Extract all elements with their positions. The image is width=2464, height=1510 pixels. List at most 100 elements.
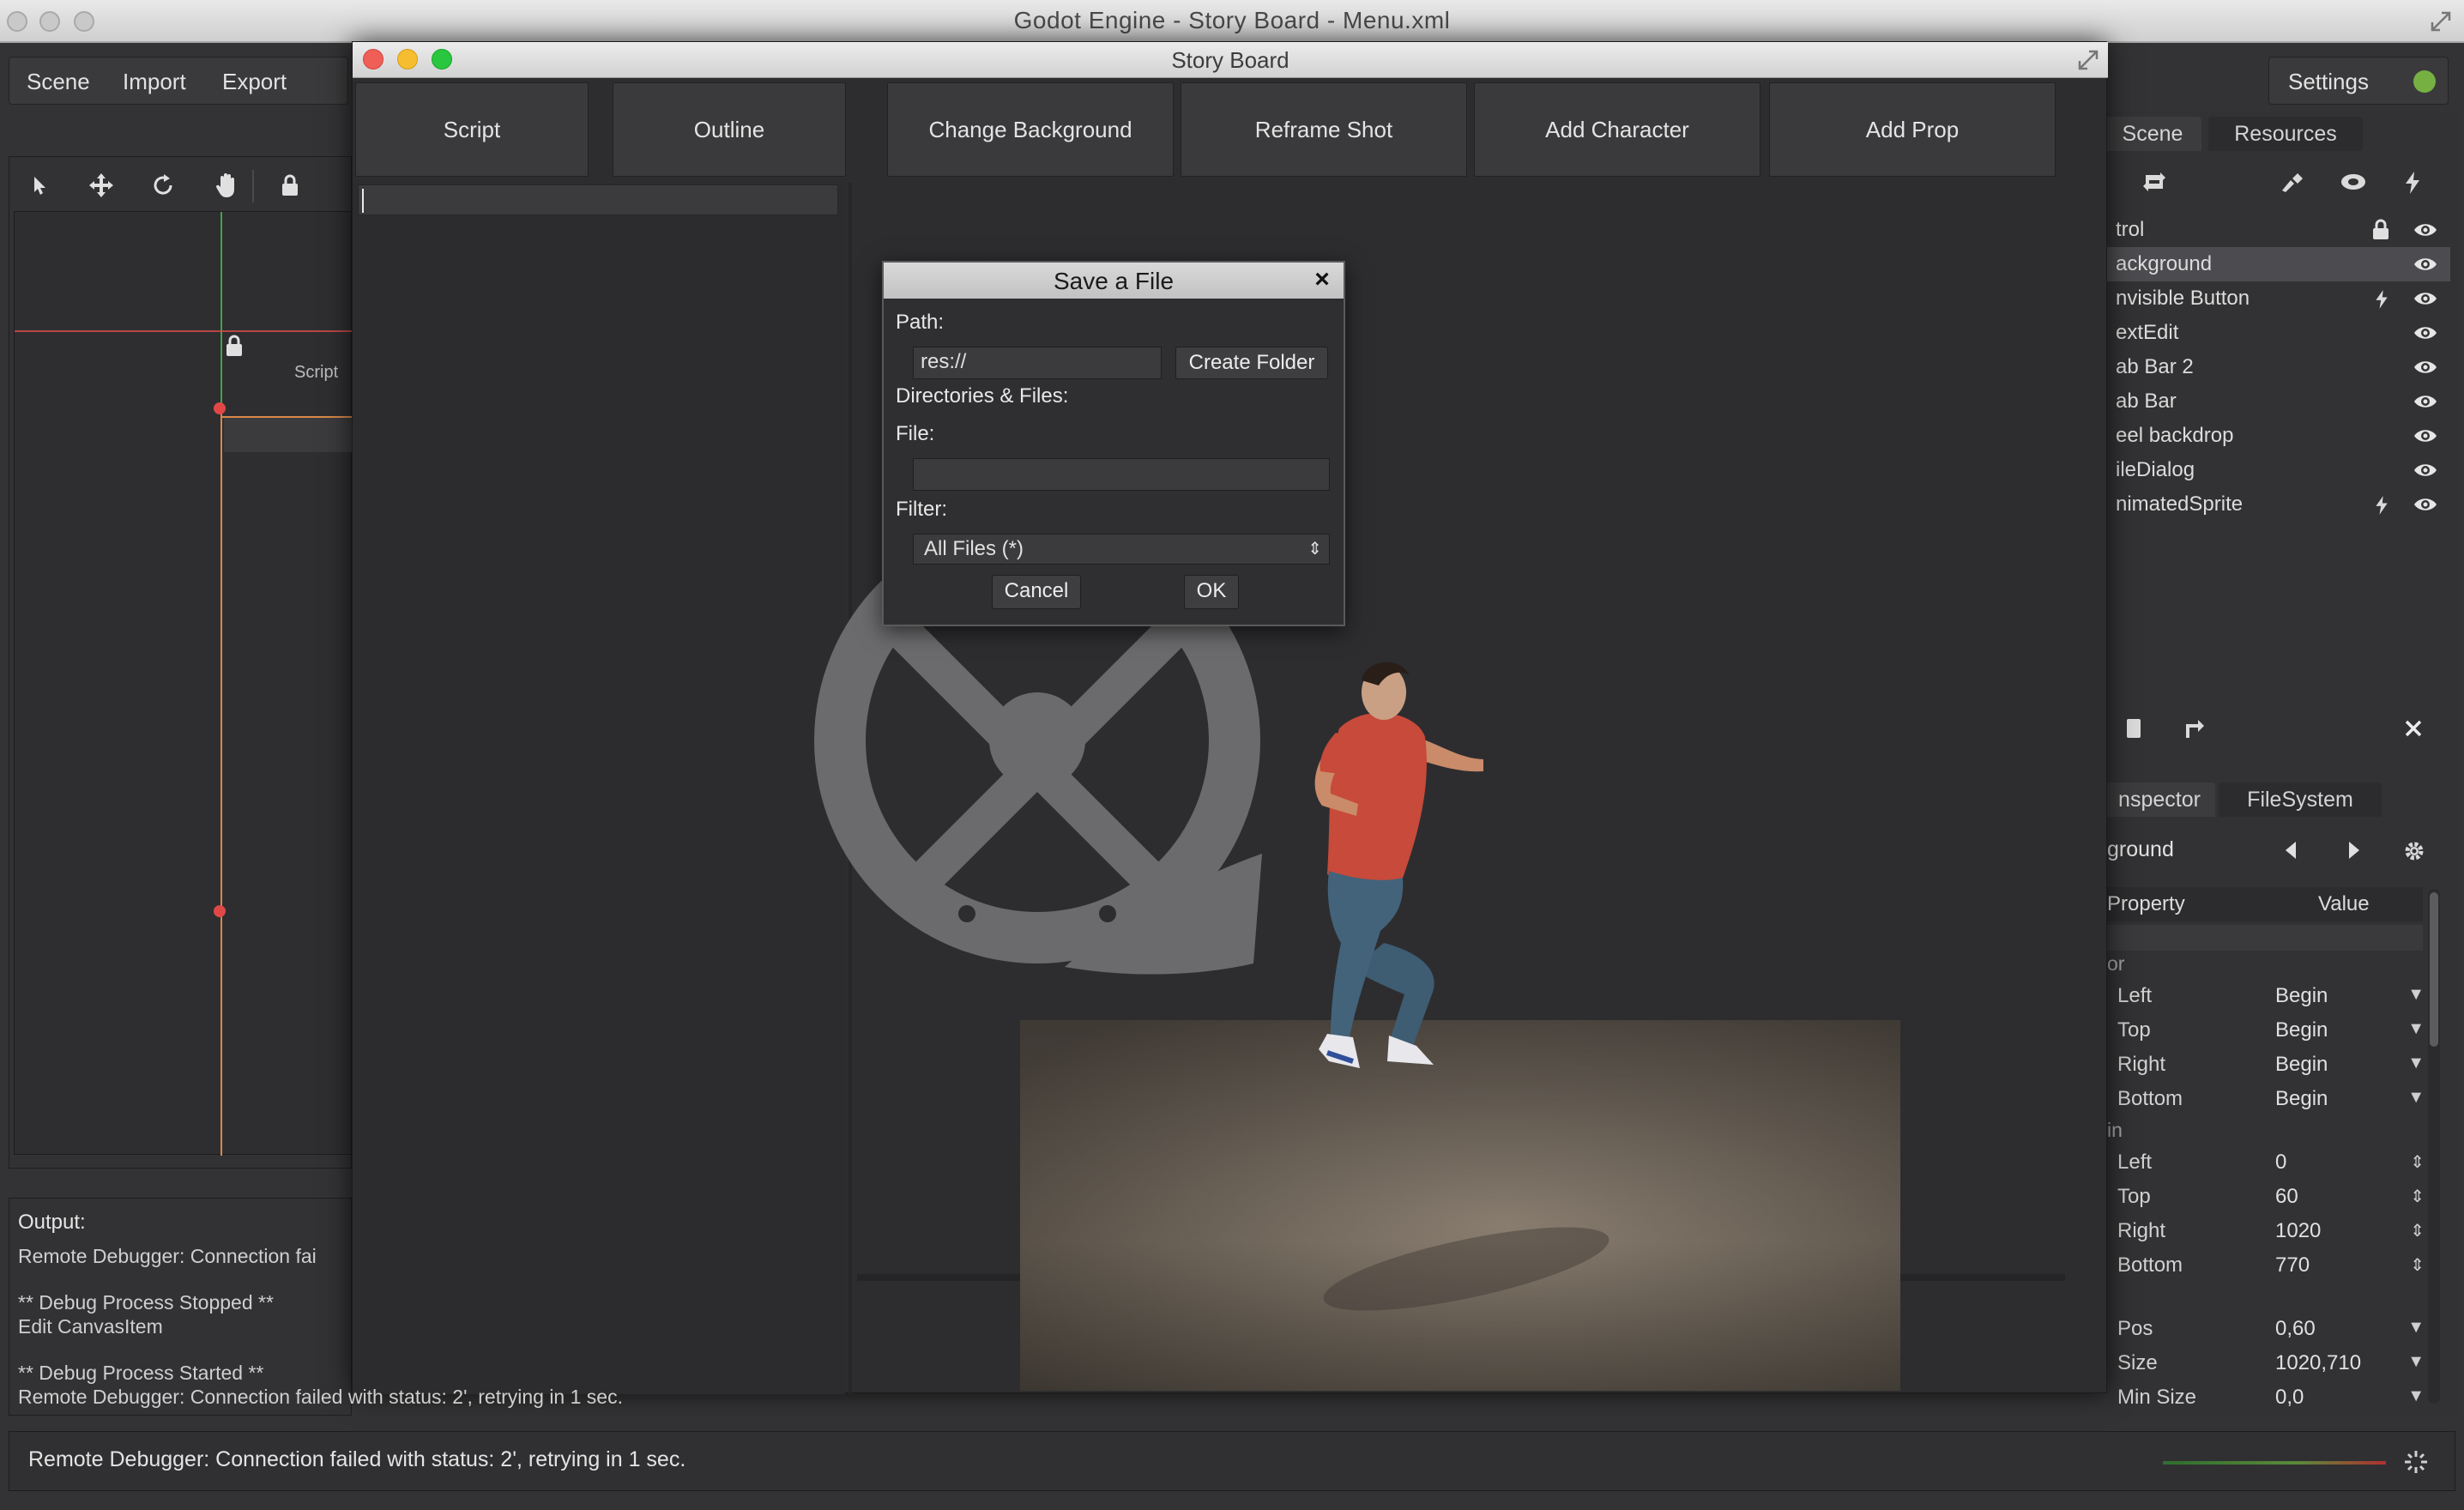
spinner-arrows-icon[interactable]: ⇕ — [2410, 1186, 2425, 1207]
property-row[interactable]: Left 0 ⇕ — [2107, 1145, 2425, 1179]
property-row[interactable]: Bottom 770 ⇕ — [2107, 1247, 2425, 1282]
property-row[interactable]: Left Begin ▼ — [2107, 978, 2425, 1012]
menu-scene[interactable]: Scene — [16, 57, 100, 106]
spinner-arrows-icon[interactable]: ⇕ — [2410, 1220, 2425, 1241]
dialog-close-icon[interactable]: × — [1309, 266, 1335, 293]
tab-inspector[interactable]: nspector — [2104, 782, 2215, 817]
property-value[interactable]: Begin — [2275, 1053, 2328, 1077]
file-name-input[interactable] — [913, 458, 1330, 491]
object-settings-gear-icon[interactable] — [2402, 839, 2426, 863]
groups-icon[interactable] — [2339, 172, 2368, 192]
menu-export[interactable]: Export — [212, 57, 297, 106]
scene-tree-node[interactable]: ab Bar 2 — [2107, 350, 2450, 384]
inspector-scrollbar[interactable] — [2428, 889, 2440, 1404]
dropdown-arrow-icon[interactable]: ▼ — [2407, 1352, 2425, 1372]
visibility-eye-icon[interactable] — [2413, 393, 2438, 410]
property-row[interactable]: Bottom Begin ▼ — [2107, 1081, 2425, 1115]
menu-import[interactable]: Import — [112, 57, 196, 106]
lock-icon[interactable] — [2371, 219, 2390, 241]
storyboard-fullscreen-icon[interactable] — [2077, 49, 2099, 71]
property-row[interactable]: Top 60 ⇕ — [2107, 1179, 2425, 1213]
dropdown-arrow-icon[interactable]: ▼ — [2407, 985, 2425, 1005]
canvas-viewport[interactable]: Script — [14, 211, 353, 1156]
property-value[interactable]: 1020 — [2275, 1219, 2321, 1243]
history-back-icon[interactable] — [2282, 839, 2299, 861]
scene-tree-node[interactable]: nimatedSprite — [2107, 487, 2450, 522]
create-folder-button[interactable]: Create Folder — [1175, 347, 1328, 379]
new-node-icon[interactable] — [2279, 170, 2306, 194]
settings-button[interactable]: Settings — [2268, 57, 2449, 105]
property-row[interactable]: Top Begin ▼ — [2107, 1012, 2425, 1047]
property-row[interactable]: Size 1020,710 ▼ — [2107, 1345, 2425, 1380]
property-row[interactable]: Right Begin ▼ — [2107, 1047, 2425, 1081]
add-character-button[interactable]: Add Character — [1474, 82, 1760, 177]
script-icon[interactable] — [2373, 287, 2390, 311]
add-prop-button[interactable]: Add Prop — [1769, 82, 2056, 177]
visibility-eye-icon[interactable] — [2413, 324, 2438, 341]
pan-tool-icon[interactable] — [204, 161, 249, 209]
scene-tree-node[interactable]: ackground — [2107, 247, 2450, 281]
script-button[interactable]: Script — [355, 82, 589, 177]
dropdown-arrow-icon[interactable]: ▼ — [2407, 1088, 2425, 1108]
change-background-button[interactable]: Change Background — [887, 82, 1174, 177]
visibility-eye-icon[interactable] — [2413, 359, 2438, 376]
reframe-shot-button[interactable]: Reframe Shot — [1181, 82, 1467, 177]
dropdown-arrow-icon[interactable]: ▼ — [2407, 1318, 2425, 1338]
script-icon[interactable] — [2402, 170, 2423, 196]
section-margin: in — [2107, 1119, 2123, 1141]
scene-tree-node[interactable]: extEdit — [2107, 316, 2450, 350]
property-row[interactable]: Pos 0,60 ▼ — [2107, 1311, 2425, 1345]
visibility-eye-icon[interactable] — [2413, 496, 2438, 513]
fullscreen-icon[interactable] — [2430, 10, 2452, 33]
property-value[interactable]: 60 — [2275, 1185, 2298, 1209]
script-text-field[interactable] — [358, 184, 838, 215]
history-forward-icon[interactable] — [2346, 839, 2363, 861]
scene-tree-node[interactable]: ileDialog — [2107, 453, 2450, 487]
filter-select[interactable]: All Files (*) ⇕ — [913, 534, 1330, 565]
instance-scene-icon[interactable] — [2141, 170, 2167, 194]
tab-scene[interactable]: Scene — [2104, 117, 2201, 151]
path-input[interactable]: res:// — [913, 347, 1162, 379]
property-value[interactable]: 770 — [2275, 1253, 2310, 1277]
property-value[interactable]: 0 — [2275, 1151, 2286, 1175]
property-name: Left — [2117, 1151, 2153, 1174]
visibility-eye-icon[interactable] — [2413, 427, 2438, 444]
tab-resources[interactable]: Resources — [2208, 117, 2363, 151]
ok-button[interactable]: OK — [1184, 575, 1239, 609]
visibility-eye-icon[interactable] — [2413, 221, 2438, 239]
scene-tree-node[interactable]: ab Bar — [2107, 384, 2450, 419]
scrollbar-thumb[interactable] — [2430, 892, 2438, 1047]
scene-tree-node[interactable]: nvisible Button — [2107, 281, 2450, 316]
reparent-icon[interactable] — [2183, 717, 2207, 740]
visibility-eye-icon[interactable] — [2413, 290, 2438, 307]
rotate-tool-icon[interactable] — [141, 161, 185, 209]
cancel-button[interactable]: Cancel — [992, 575, 1081, 609]
property-value[interactable]: Begin — [2275, 1018, 2328, 1042]
lock-tool-icon[interactable] — [268, 161, 312, 209]
property-row[interactable]: Min Size 0,0 ▼ — [2107, 1380, 2425, 1414]
dropdown-arrow-icon[interactable]: ▼ — [2407, 1386, 2425, 1406]
anchor-handle[interactable] — [214, 402, 226, 414]
property-row[interactable]: Right 1020 ⇕ — [2107, 1213, 2425, 1247]
visibility-eye-icon[interactable] — [2413, 462, 2438, 479]
scene-tree-node[interactable]: eel backdrop — [2107, 419, 2450, 453]
copy-icon[interactable] — [2124, 717, 2143, 740]
property-value[interactable]: Begin — [2275, 984, 2328, 1008]
delete-node-icon[interactable] — [2404, 719, 2423, 738]
property-value[interactable]: 0,60 — [2275, 1317, 2316, 1341]
property-value[interactable]: Begin — [2275, 1087, 2328, 1111]
visibility-eye-icon[interactable] — [2413, 256, 2438, 273]
property-value[interactable]: 1020,710 — [2275, 1351, 2361, 1375]
scene-tree-node[interactable]: trol — [2107, 213, 2450, 247]
tab-filesystem[interactable]: FileSystem — [2219, 782, 2382, 817]
move-tool-icon[interactable] — [79, 161, 124, 209]
dropdown-arrow-icon[interactable]: ▼ — [2407, 1019, 2425, 1039]
anchor-handle[interactable] — [214, 905, 226, 917]
property-value[interactable]: 0,0 — [2275, 1386, 2304, 1410]
outline-button[interactable]: Outline — [613, 82, 846, 177]
script-icon[interactable] — [2373, 493, 2390, 517]
spinner-arrows-icon[interactable]: ⇕ — [2410, 1151, 2425, 1173]
dropdown-arrow-icon[interactable]: ▼ — [2407, 1054, 2425, 1073]
select-tool-icon[interactable] — [17, 161, 62, 209]
spinner-arrows-icon[interactable]: ⇕ — [2410, 1254, 2425, 1276]
